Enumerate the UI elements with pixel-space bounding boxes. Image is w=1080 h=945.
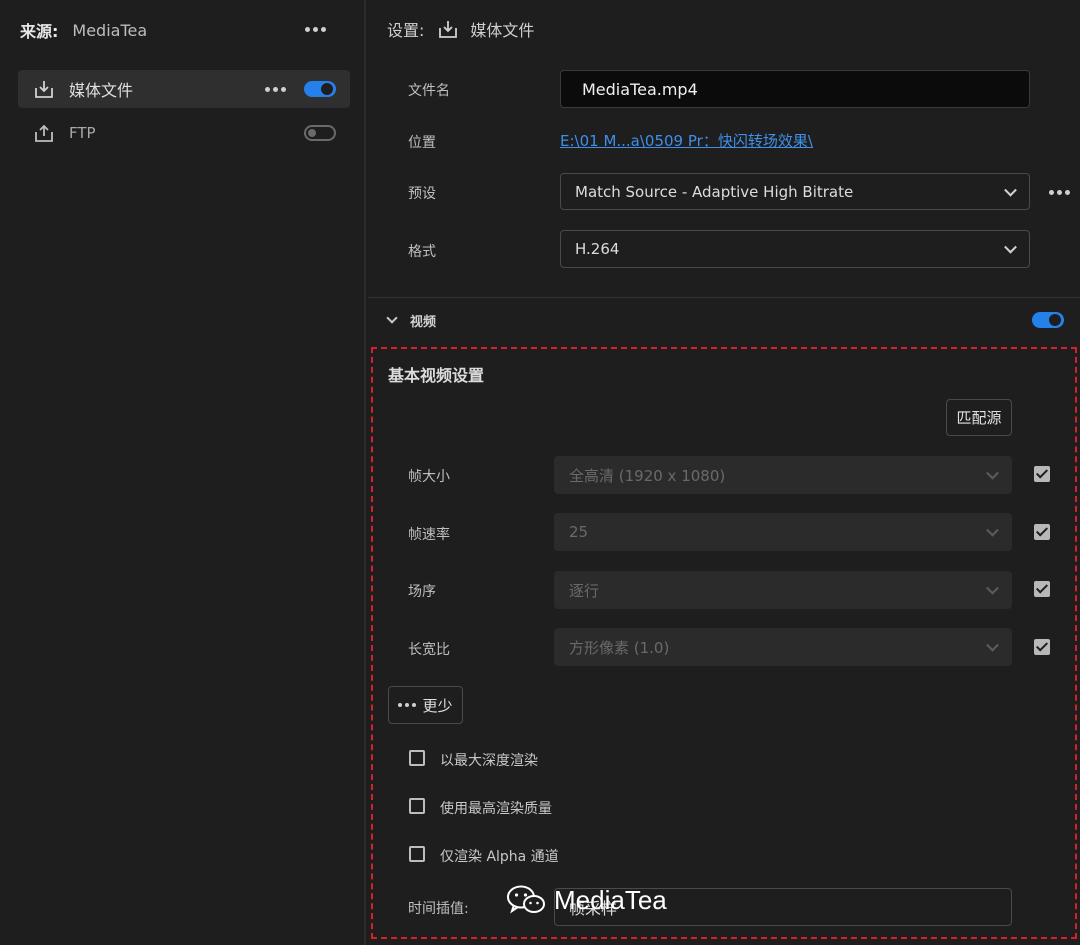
media-file-toggle[interactable] [304,81,336,97]
download-icon [35,81,53,98]
aspect-select[interactable]: 方形像素 (1.0) [554,628,1012,666]
chevron-down-icon [1004,183,1017,197]
watermark: MediaTea [506,880,667,920]
aspect-checkbox[interactable] [1034,639,1050,655]
source-label: 来源: [20,22,59,41]
alpha-only-label: 仅渲染 Alpha 通道 [440,849,559,865]
format-value: H.264 [575,240,620,258]
filename-label: 文件名 [408,83,450,99]
less-button[interactable]: 更少 [388,686,463,724]
preset-more-icon[interactable] [1049,190,1070,195]
frame-rate-select[interactable]: 25 [554,513,1012,551]
watermark-text: MediaTea [554,884,667,915]
filename-input[interactable]: MediaTea.mp4 [560,70,1030,108]
field-order-label: 场序 [408,584,436,600]
max-quality-checkbox[interactable] [409,798,425,814]
max-quality-label: 使用最高渲染质量 [440,801,552,817]
basic-video-title: 基本视频设置 [388,366,485,385]
frame-size-value: 全高清 (1920 x 1080) [569,466,726,485]
format-select[interactable]: H.264 [560,230,1030,268]
source-header: 来源: MediaTea [20,18,147,42]
match-source-button[interactable]: 匹配源 [946,399,1012,436]
settings-title: 设置: [387,21,425,40]
frame-size-label: 帧大小 [408,469,450,485]
source-name: MediaTea [72,20,148,40]
destination-media-file[interactable]: 媒体文件 [18,70,350,108]
upload-icon [35,124,53,142]
location-label: 位置 [408,135,436,151]
settings-panel: 设置: 媒体文件 文件名 MediaTea.mp4 位置 E:\01 M...a… [368,0,1080,945]
preset-value: Match Source - Adaptive High Bitrate [575,182,854,201]
preset-select[interactable]: Match Source - Adaptive High Bitrate [560,173,1030,210]
settings-header: 设置: 媒体文件 [387,16,534,42]
frame-rate-label: 帧速率 [408,527,450,543]
chevron-down-icon [386,311,398,324]
source-more-icon[interactable] [305,27,326,32]
ftp-toggle[interactable] [304,125,336,141]
time-interp-label: 时间插值: [408,901,469,917]
more-icon [398,703,417,707]
destinations-panel: 来源: MediaTea 媒体文件 FTP [0,0,366,945]
max-depth-checkbox[interactable] [409,750,425,766]
frame-rate-checkbox[interactable] [1034,524,1050,540]
chevron-down-icon [986,581,999,595]
divider [368,297,1080,298]
wechat-icon [507,885,545,914]
video-toggle[interactable] [1032,312,1064,328]
chevron-down-icon [986,523,999,537]
alpha-only-checkbox[interactable] [409,846,425,862]
field-order-checkbox[interactable] [1034,581,1050,597]
field-order-value: 逐行 [569,581,600,600]
max-depth-label: 以最大深度渲染 [440,753,538,769]
location-link[interactable]: E:\01 M...a\0509 Pr：快闪转场效果\ [560,130,813,151]
aspect-value: 方形像素 (1.0) [569,638,670,657]
frame-size-checkbox[interactable] [1034,466,1050,482]
field-order-select[interactable]: 逐行 [554,571,1012,609]
destination-more-icon[interactable] [265,87,286,92]
video-section-title: 视频 [410,314,437,330]
chevron-down-icon [986,466,999,480]
destination-label: 媒体文件 [69,81,134,100]
less-button-label: 更少 [422,696,453,715]
chevron-down-icon [986,638,999,652]
frame-rate-value: 25 [569,523,589,541]
settings-target: 媒体文件 [470,21,535,40]
preset-label: 预设 [408,186,436,202]
format-label: 格式 [408,244,436,260]
chevron-down-icon [1004,240,1017,254]
destination-label: FTP [69,124,96,142]
destination-ftp[interactable]: FTP [18,114,350,152]
frame-size-select[interactable]: 全高清 (1920 x 1080) [554,456,1012,494]
download-icon [439,21,458,38]
aspect-label: 长宽比 [408,642,450,658]
video-section-header[interactable]: 视频 [386,310,437,330]
